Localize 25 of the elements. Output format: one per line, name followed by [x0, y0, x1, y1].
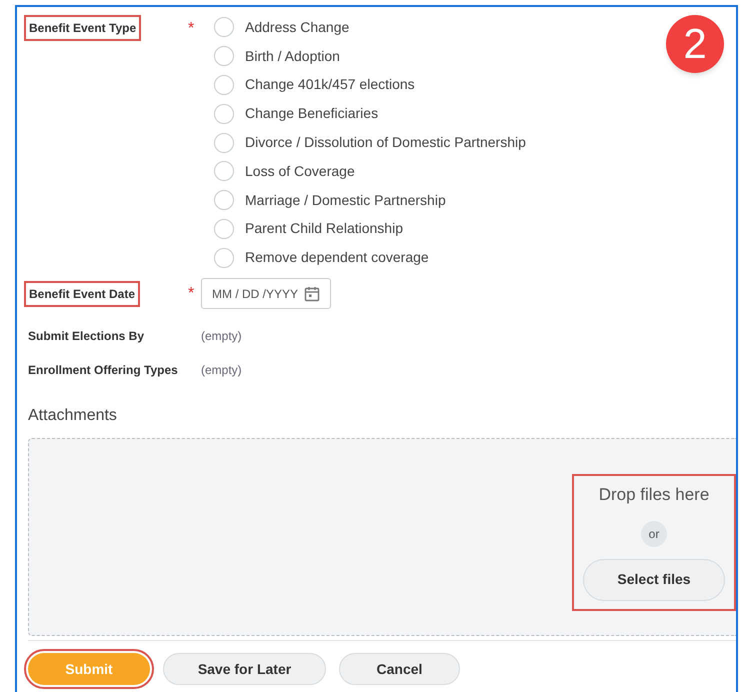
secondary-button[interactable]: Cancel	[339, 653, 460, 686]
radio-option[interactable]: Change 401k/457 elections	[214, 70, 526, 100]
date-field[interactable]: MM / DD /YYYY	[201, 278, 332, 310]
select-files-button[interactable]: Select files	[583, 558, 725, 601]
required-mark: *	[188, 284, 194, 302]
calendar-icon[interactable]	[304, 286, 320, 302]
radio-option[interactable]: Address Change	[214, 13, 526, 42]
field-value: (empty)	[201, 328, 242, 346]
radio-option[interactable]: Divorce / Dissolution of Domestic Partnership	[214, 128, 526, 157]
radio-option[interactable]: Remove dependent coverage	[214, 243, 526, 272]
field-label: Enrollment Offering Types	[28, 362, 179, 380]
field-label: Submit Elections By	[28, 328, 146, 346]
drop-text: Drop files here	[598, 484, 710, 506]
drop-zone[interactable]: Drop files here or Select files	[28, 438, 736, 636]
secondary-button[interactable]: Save for Later	[163, 653, 326, 686]
radio-option[interactable]: Change Beneficiaries	[214, 99, 526, 128]
required-mark: *	[188, 20, 194, 37]
field-value: (empty)	[201, 362, 242, 380]
radio-option[interactable]: Birth / Adoption	[214, 42, 526, 71]
or-label: or	[641, 520, 667, 547]
radio-option[interactable]: Marriage / Domestic Partnership	[214, 186, 526, 215]
step-badge: 2	[666, 15, 724, 73]
radio-option[interactable]: Loss of Coverage	[214, 156, 526, 186]
section-title: Attachments	[28, 406, 118, 426]
radio-option[interactable]: Parent Child Relationship	[214, 214, 526, 244]
